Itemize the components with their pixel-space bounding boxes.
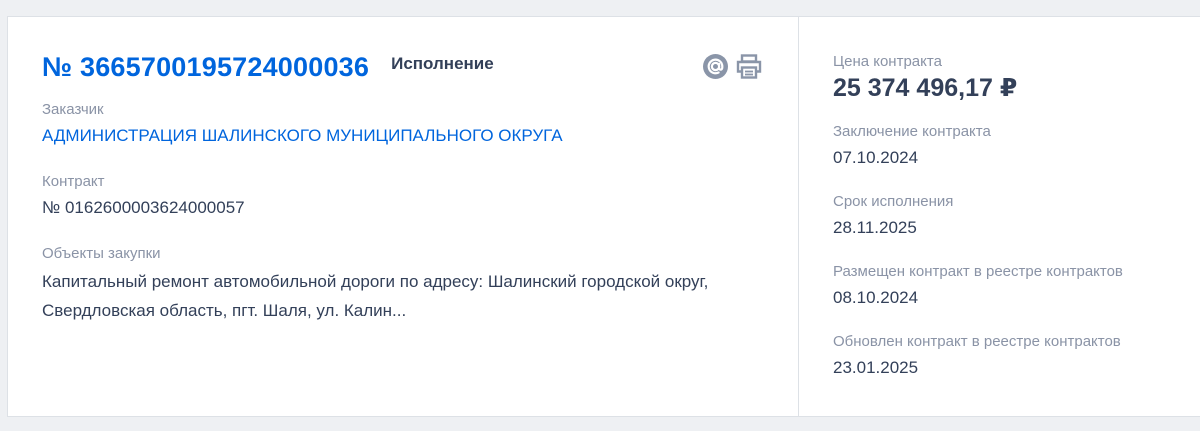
price-field: Цена контракта 25 374 496,17 ₽ [833, 53, 1200, 103]
status-label: Исполнение [391, 54, 494, 73]
printer-icon [736, 53, 762, 79]
contract-field: Контракт № 0162600003624000057 [42, 173, 798, 219]
purchase-objects-label: Объекты закупки [42, 245, 161, 262]
updated-date-field: Обновлен контракт в реестре контрактов 2… [833, 333, 1200, 379]
print-button[interactable] [736, 53, 762, 79]
placed-date-value: 08.10.2024 [833, 288, 919, 307]
updated-date-label: Обновлен контракт в реестре контрактов [833, 333, 1121, 350]
execution-date-label: Срок исполнения [833, 193, 954, 210]
conclusion-date-label: Заключение контракта [833, 123, 991, 140]
placed-date-label: Размещен контракт в реестре контрактов [833, 263, 1123, 280]
customer-label: Заказчик [42, 101, 104, 118]
execution-date-field: Срок исполнения 28.11.2025 [833, 193, 1200, 239]
contract-card: № 3665700195724000036 Исполнение Заказчи… [7, 16, 1200, 417]
purchase-objects-field: Объекты закупки Капитальный ремонт автом… [42, 245, 798, 325]
price-label: Цена контракта [833, 53, 942, 70]
execution-date-value: 28.11.2025 [833, 218, 917, 237]
purchase-objects-text: Капитальный ремонт автомобильной дороги … [42, 272, 709, 320]
conclusion-date-value: 07.10.2024 [833, 148, 919, 167]
price-value: 25 374 496,17 ₽ [833, 74, 1018, 102]
email-button[interactable] [702, 53, 728, 79]
customer-field: Заказчик АДМИНИСТРАЦИЯ ШАЛИНСКОГО МУНИЦИ… [42, 101, 798, 147]
contract-main-section: № 3665700195724000036 Исполнение Заказчи… [8, 17, 798, 416]
placed-date-field: Размещен контракт в реестре контрактов 0… [833, 263, 1200, 309]
customer-link[interactable]: АДМИНИСТРАЦИЯ ШАЛИНСКОГО МУНИЦИПАЛЬНОГО … [42, 125, 798, 147]
updated-date-value: 23.01.2025 [833, 358, 919, 377]
at-sign-icon [702, 53, 728, 79]
contract-details-section: Цена контракта 25 374 496,17 ₽ Заключени… [798, 17, 1200, 416]
card-header: № 3665700195724000036 Исполнение [42, 51, 798, 83]
contract-label: Контракт [42, 173, 105, 190]
contract-number: № 0162600003624000057 [42, 198, 245, 217]
card-actions [702, 53, 762, 79]
conclusion-date-field: Заключение контракта 07.10.2024 [833, 123, 1200, 169]
registry-number-link[interactable]: № 3665700195724000036 [42, 52, 369, 83]
